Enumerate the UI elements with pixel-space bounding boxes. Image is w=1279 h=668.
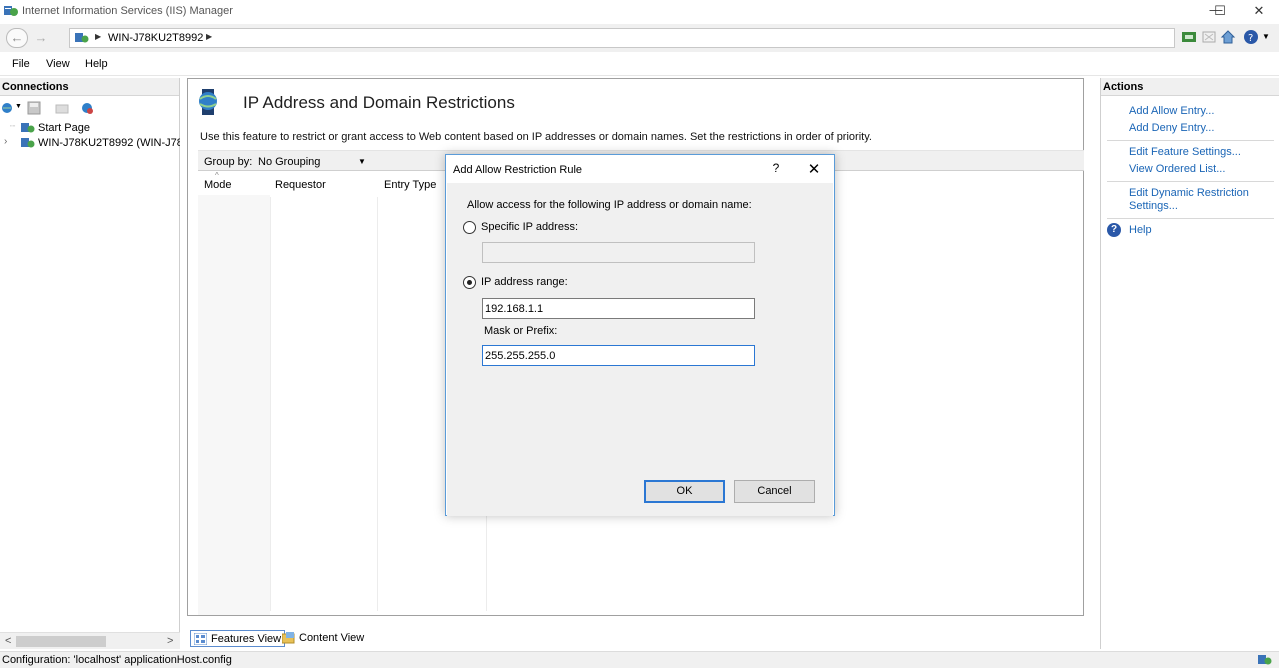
actions-divider [1107,181,1274,182]
connections-header: Connections [0,78,179,96]
content-view-icon [282,632,295,644]
mask-prefix-input[interactable] [482,345,755,366]
breadcrumb-chevron-icon[interactable]: ▶ [206,32,212,41]
tree-item-start-page[interactable]: ┈ Start Page [0,121,180,136]
menu-bar: File View Help [0,52,1279,76]
mask-prefix-label: Mask or Prefix: [484,325,558,337]
breadcrumb-chevron-icon: ▶ [95,32,102,41]
tree-item-server[interactable]: › WIN-J78KU2T8992 (WIN-J78K [0,136,180,151]
help-circle-icon: ? [1107,223,1121,237]
action-edit-dynamic-restriction[interactable]: Edit Dynamic Restriction Settings... [1101,187,1261,213]
help-dropdown-icon[interactable]: ▼ [1262,32,1270,41]
column-header-entry-type[interactable]: Entry Type [384,179,436,191]
actions-panel: Actions Add Allow Entry... Add Deny Entr… [1100,78,1279,649]
iis-app-icon [4,6,18,16]
dialog-close-button[interactable]: ✕ [802,160,826,178]
forward-button[interactable]: → [32,28,50,48]
tree-line-icon: ┈ [10,121,16,131]
mode-column-bg [198,195,270,615]
column-divider [270,197,271,611]
connections-toolbar: ▼ [0,99,180,117]
ip-range-input[interactable] [482,298,755,319]
actions-header: Actions [1101,78,1279,96]
window-title: Internet Information Services (IIS) Mana… [22,5,233,17]
breadcrumb-server[interactable]: WIN-J78KU2T8992 [108,32,203,44]
dialog-title: Add Allow Restriction Rule [453,164,583,176]
scroll-right-arrow[interactable]: > [167,635,173,647]
stop-icon[interactable] [1201,29,1217,45]
connections-tree: ┈ Start Page › WIN-J78KU2T8992 (WIN-J78K [0,121,180,151]
connections-hscrollbar[interactable]: < > [0,632,180,649]
dialog-prompt: Allow access for the following IP addres… [467,199,752,211]
connect-globe-icon[interactable] [1,101,15,115]
tree-item-label: WIN-J78KU2T8992 (WIN-J78K [38,137,180,149]
group-by-select[interactable]: No Grouping [258,156,320,168]
refresh-connection-icon[interactable] [80,101,94,115]
cancel-button[interactable]: Cancel [734,480,815,503]
add-allow-restriction-dialog: Add Allow Restriction Rule ? ✕ Allow acc… [445,154,835,516]
feature-title: IP Address and Domain Restrictions [243,93,515,112]
features-view-icon [194,633,207,645]
connect-dropdown-icon[interactable]: ▼ [15,103,22,110]
column-header-requestor[interactable]: Requestor [275,179,326,191]
svg-text:?: ? [1248,33,1253,44]
server-icon [21,138,35,148]
save-icon[interactable] [27,101,41,115]
tab-label: Features View [211,633,282,645]
home-icon[interactable] [1220,29,1236,45]
server-icon [75,33,89,43]
status-text: Configuration: 'localhost' applicationHo… [2,654,232,666]
feature-description: Use this feature to restrict or grant ac… [200,131,872,143]
specific-ip-label[interactable]: Specific IP address: [481,221,578,233]
scroll-left-arrow[interactable]: < [5,635,11,647]
up-folder-icon[interactable] [55,101,69,115]
action-view-ordered-list[interactable]: View Ordered List... [1101,163,1279,176]
help-icon[interactable]: ? [1243,29,1259,45]
action-edit-feature-settings[interactable]: Edit Feature Settings... [1101,146,1279,159]
scroll-thumb[interactable] [16,636,106,647]
tab-label: Content View [299,632,365,644]
expand-chevron-icon[interactable]: › [4,136,7,147]
actions-divider [1107,218,1274,219]
ip-range-label[interactable]: IP address range: [481,276,568,288]
connections-panel: Connections ▼ ┈ Start Page › WIN-J78KU2T… [0,78,180,649]
column-divider [377,197,378,611]
menu-file[interactable]: File [12,58,30,70]
chevron-down-icon[interactable]: ▼ [358,157,366,166]
ip-restrictions-icon [199,89,217,115]
group-by-label: Group by: [204,156,253,168]
status-server-icon [1258,655,1272,665]
dialog-titlebar[interactable]: Add Allow Restriction Rule ? ✕ [446,155,834,183]
connect-icon[interactable] [1181,29,1197,45]
tab-content-view[interactable]: Content View [279,630,367,647]
actions-divider [1107,140,1274,141]
back-button[interactable]: ← [6,28,28,48]
specific-ip-input[interactable] [482,242,755,263]
dialog-help-button[interactable]: ? [766,161,786,179]
address-bar: ← → ▶ WIN-J78KU2T8992 ▶ ? ▼ [0,24,1279,52]
close-button[interactable]: ✕ [1239,0,1279,24]
tree-item-label: Start Page [38,122,90,134]
status-bar: Configuration: 'localhost' applicationHo… [0,651,1279,668]
action-help[interactable]: ? Help [1101,223,1279,237]
actions-list: Add Allow Entry... Add Deny Entry... Edi… [1101,104,1279,237]
tab-features-view[interactable]: Features View [190,630,286,647]
action-help-label: Help [1129,224,1152,236]
specific-ip-radio[interactable] [463,221,476,234]
action-add-deny-entry[interactable]: Add Deny Entry... [1101,122,1279,135]
column-header-mode[interactable]: Mode [204,179,232,191]
action-add-allow-entry[interactable]: Add Allow Entry... [1101,105,1279,118]
ok-button[interactable]: OK [644,480,725,503]
ip-range-radio[interactable] [463,276,476,289]
dialog-body: Allow access for the following IP addres… [447,183,833,516]
window-titlebar: Internet Information Services (IIS) Mana… [0,0,1279,24]
menu-help[interactable]: Help [85,58,108,70]
start-page-icon [21,123,35,133]
maximize-button[interactable]: ☐ [1202,0,1238,24]
menu-view[interactable]: View [46,58,70,70]
address-breadcrumb[interactable]: ▶ WIN-J78KU2T8992 ▶ [69,28,1175,48]
